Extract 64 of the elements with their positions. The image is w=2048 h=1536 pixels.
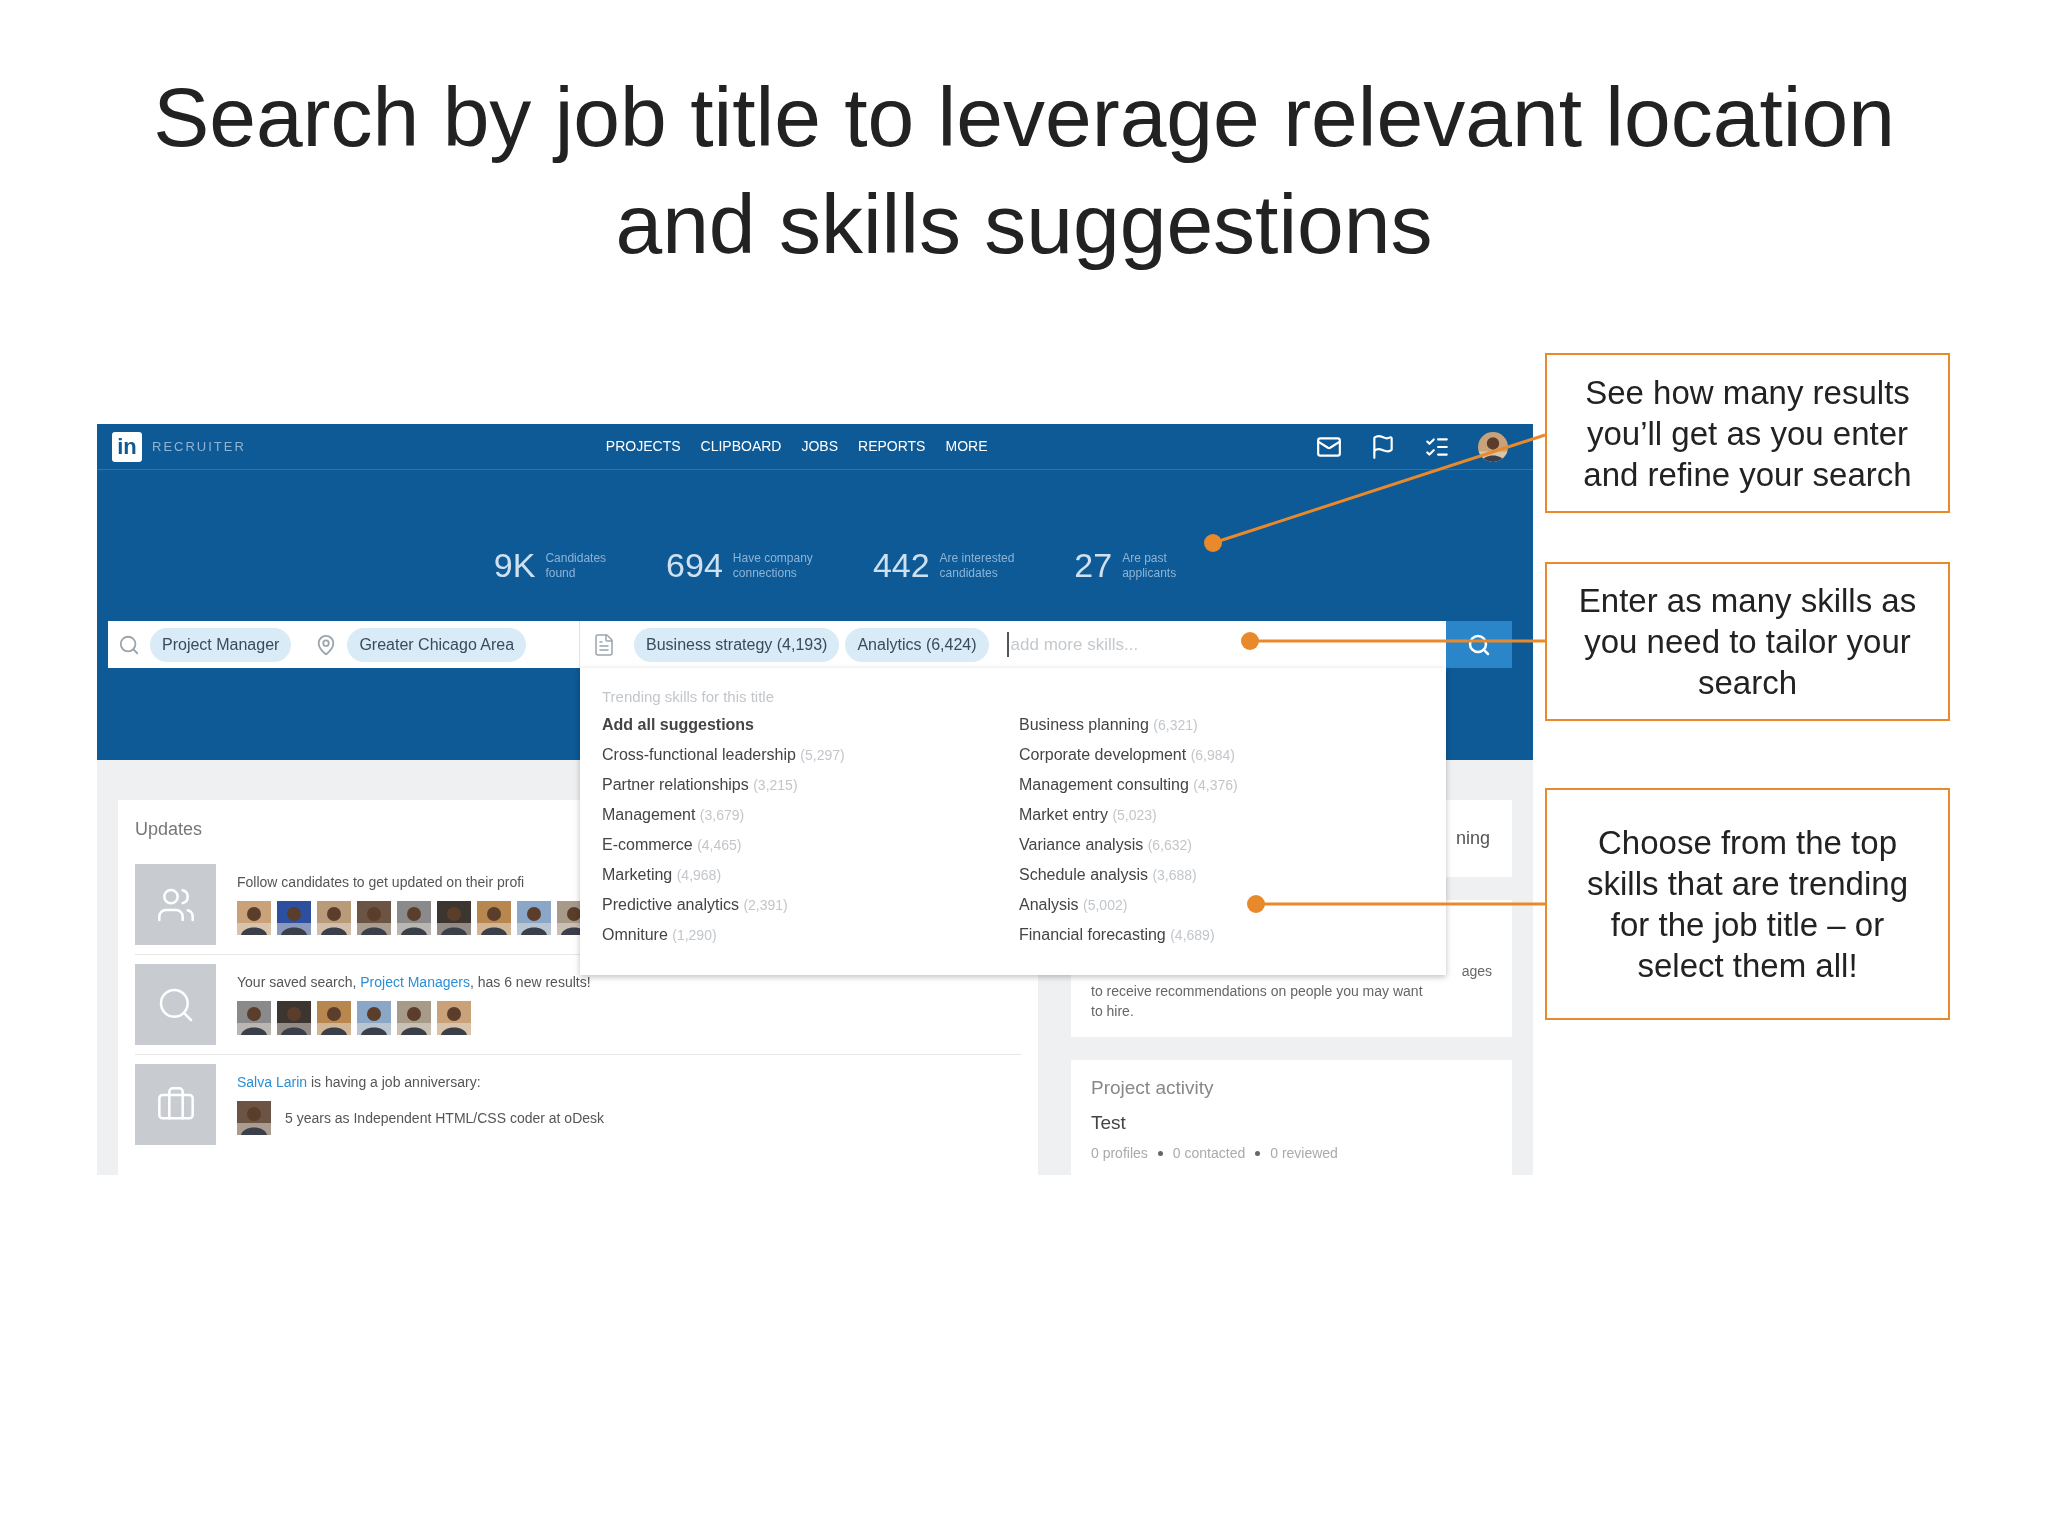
bullet-icon	[1255, 1151, 1261, 1156]
stat-label: Are past applicants	[1122, 550, 1177, 581]
skill-suggestion[interactable]: Omniture (1,290)	[602, 920, 717, 950]
bullet-icon	[1157, 1151, 1163, 1156]
search-icon	[118, 633, 140, 656]
dropdown-heading: Trending skills for this title	[602, 687, 775, 707]
skill-suggestion[interactable]: E-commerce (4,465)	[602, 830, 742, 860]
skill-suggestion[interactable]: Marketing (4,968)	[602, 860, 722, 890]
activity-stat: 0 reviewed	[1270, 1144, 1338, 1163]
add-all-link[interactable]: Add all suggestions	[602, 710, 754, 740]
saved-search-link[interactable]: Project Managers	[360, 974, 470, 990]
skill-suggestion[interactable]: Variance analysis (6,632)	[1019, 830, 1193, 860]
person-link[interactable]: Salva Larin	[237, 1074, 308, 1090]
document-icon	[592, 632, 616, 657]
brand-name: RECRUITER	[152, 437, 246, 456]
callout-text: Enter as many skills as you need to tailor your search	[1578, 581, 1917, 703]
slide-title: and skills suggestions	[615, 176, 1433, 273]
activity-stat: 0 contacted	[1172, 1144, 1246, 1163]
stat-value: 9K	[493, 545, 536, 586]
callout-text: See how many results you’ll get as you enter and refine your search	[1583, 372, 1912, 495]
nav-link[interactable]: REPORTS	[858, 436, 926, 457]
stat-label: Candidates found	[545, 550, 607, 581]
update-text: Salva Larin is having a job anniversary:	[237, 1073, 482, 1092]
search-field[interactable]: Project Manager Greater Chicago Area Business strategy (4,193) Analytics (6,424) add more skills...	[108, 621, 1446, 668]
skill-suggestion[interactable]: Business planning (6,321)	[1019, 710, 1198, 740]
location-chip[interactable]: Greater Chicago Area	[347, 627, 527, 662]
update-text: Your saved search, Project Managers, has 6 new results!	[237, 973, 591, 992]
skill-suggestion[interactable]: Analysis (5,002)	[1019, 890, 1128, 920]
nav-link[interactable]: MORE	[945, 436, 988, 457]
stat-value: 27	[1074, 545, 1113, 586]
skill-suggestion[interactable]: Market entry (5,023)	[1019, 800, 1157, 830]
skill-suggestion[interactable]: Management consulting (4,376)	[1019, 770, 1238, 800]
nav-link[interactable]: PROJECTS	[605, 436, 681, 457]
skill-suggestion[interactable]: Cross-functional leadership (5,297)	[602, 740, 845, 770]
job-title-chip[interactable]: Project Manager	[150, 627, 292, 662]
callout-text: Choose from the top skills that are trending for the job title – or select them all!	[1587, 823, 1908, 986]
project-name: Test	[1091, 1110, 1127, 1135]
skill-suggestion[interactable]: Partner relationships (3,215)	[602, 770, 798, 800]
card-text: to hire.	[1091, 1002, 1135, 1021]
stat-label: Have company connections	[732, 550, 813, 581]
card-text: ages	[1461, 962, 1492, 981]
nav-link[interactable]: JOBS	[801, 436, 839, 457]
card-text: to receive recommendations on people you may want	[1091, 982, 1424, 1001]
anniversary-detail: 5 years as Independent HTML/CSS coder at oDesk	[285, 1108, 605, 1128]
skill-suggestion[interactable]: Management (3,679)	[602, 800, 745, 830]
stat-label: Are interested candidates	[939, 550, 1015, 581]
skill-chip[interactable]: Business strategy (4,193)	[634, 627, 840, 662]
update-text: Follow candidates to get updated on their profi	[237, 873, 526, 892]
skill-suggestion[interactable]: Schedule analysis (3,688)	[1019, 860, 1197, 890]
nav-link[interactable]: CLIPBOARD	[700, 436, 782, 457]
flag-icon[interactable]	[1370, 433, 1396, 460]
slide-title: Search by job title to leverage relevant location	[153, 69, 1895, 166]
activity-stat: 0 profiles	[1091, 1144, 1148, 1163]
logo[interactable]: in	[112, 431, 142, 462]
card-heading: ning	[1455, 827, 1490, 850]
skill-chip[interactable]: Analytics (6,424)	[845, 627, 989, 662]
skill-suggestion[interactable]: Corporate development (6,984)	[1019, 740, 1236, 770]
search-button[interactable]	[1446, 621, 1512, 668]
skill-suggestion[interactable]: Financial forecasting (4,689)	[1019, 920, 1215, 950]
skill-suggestion[interactable]: Predictive analytics (2,391)	[602, 890, 788, 920]
stat-value: 694	[666, 545, 723, 586]
stat-value: 442	[872, 545, 930, 586]
card-heading: Project activity	[1091, 1076, 1215, 1100]
search-icon	[1467, 632, 1491, 657]
